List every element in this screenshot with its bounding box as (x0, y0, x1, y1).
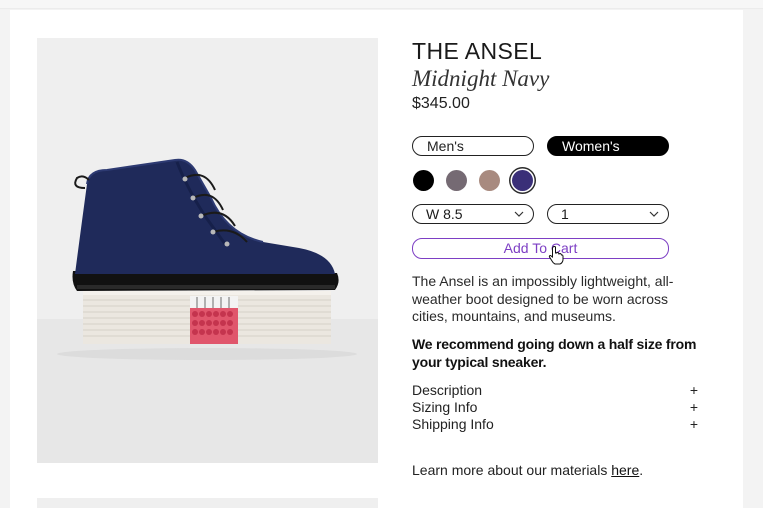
hand-cursor-icon (548, 246, 564, 265)
swatch-grey[interactable] (446, 170, 467, 191)
accordion-shipping-info[interactable]: Shipping Info + (412, 416, 698, 434)
swatch-midnight-navy[interactable] (512, 170, 533, 191)
swatch-taupe[interactable] (479, 170, 500, 191)
size-recommendation: We recommend going down a half size from… (412, 336, 697, 370)
accordion-sizing-info-label: Sizing Info (412, 399, 478, 415)
mens-toggle-button[interactable]: Men's (412, 136, 534, 156)
product-price: $345.00 (412, 95, 470, 112)
product-image[interactable] (37, 38, 378, 463)
quantity-select-value: 1 (561, 206, 569, 222)
quantity-select[interactable]: 1 (547, 204, 669, 224)
materials-note-text: Learn more about our materials (412, 462, 612, 478)
product-color-name: Midnight Navy (412, 66, 550, 91)
add-to-cart-button[interactable]: Add To Cart (412, 238, 669, 259)
materials-note-period: . (639, 462, 644, 478)
materials-note: Learn more about our materials here. (412, 462, 643, 478)
plus-icon: + (689, 416, 698, 432)
image-thumbnail-strip[interactable] (37, 498, 378, 508)
womens-toggle-button[interactable]: Women's (547, 136, 669, 156)
accordion-description-label: Description (412, 382, 483, 398)
boot-illustration (57, 158, 357, 360)
plus-icon: + (689, 382, 698, 398)
accordion-description[interactable]: Description + (412, 382, 698, 400)
product-description: The Ansel is an impossibly lightweight, … (412, 273, 674, 324)
accordion-sizing-info[interactable]: Sizing Info + (412, 399, 698, 417)
swatch-black[interactable] (413, 170, 434, 191)
plus-icon: + (689, 399, 698, 415)
size-select[interactable]: W 8.5 (412, 204, 534, 224)
accordion-shipping-info-label: Shipping Info (412, 416, 494, 432)
chevron-down-icon (649, 211, 659, 217)
materials-link[interactable]: here (611, 462, 639, 478)
browser-top-edge (0, 0, 763, 9)
product-title: THE ANSEL (412, 38, 543, 64)
chevron-down-icon (514, 211, 524, 217)
size-select-value: W 8.5 (426, 206, 463, 222)
